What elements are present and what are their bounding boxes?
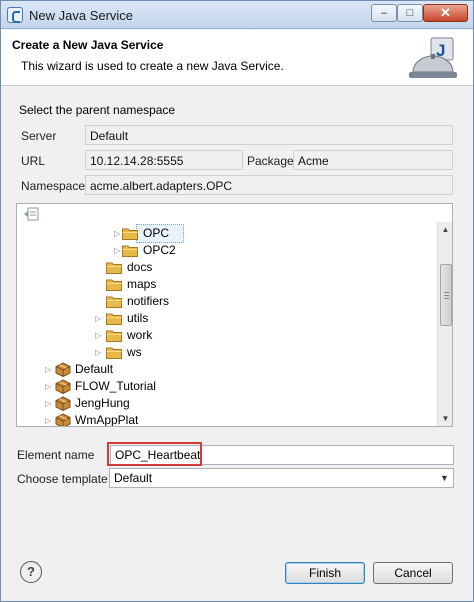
package-field: Acme [293,150,453,170]
collapse-all-icon[interactable] [23,207,39,221]
help-icon[interactable]: ? [20,561,42,583]
package-icon [55,396,71,411]
window-title: New Java Service [29,8,134,23]
tree-scrollbar[interactable]: ▲ ▼ [437,222,452,426]
tree-item[interactable]: ▷ OPC2 [17,242,435,259]
tree-item[interactable]: ▷ OPC [17,225,435,242]
server-label: Server [21,129,57,143]
namespace-tree[interactable]: ▷ OPC ▷ OPC2 docs maps notifiers ▷ utils ▷ work ▷ ws… [16,203,453,427]
title-bar: New Java Service – □ ✕ [1,1,473,29]
finish-button[interactable]: Finish [285,562,365,584]
folder-icon [106,296,122,308]
tree-item-label: ws [127,345,142,359]
namespace-field: acme.albert.adapters.OPC [85,175,453,195]
folder-icon [122,228,138,240]
package-icon [55,413,71,426]
url-field: 10.12.14.28:5555 [85,150,243,170]
tree-item-label: notifiers [127,294,170,308]
tree-item-label: JengHung [75,396,130,410]
tree-item[interactable]: docs [17,259,435,276]
template-value: Default [114,471,153,485]
tree-item[interactable]: ▷ JengHung [17,395,435,412]
expand-arrow-icon[interactable]: ▷ [45,395,55,412]
tree-item-label: work [127,328,153,342]
folder-icon [106,330,122,342]
tree-item[interactable]: notifiers [17,293,435,310]
package-icon [55,362,71,377]
template-label: Choose template [17,472,108,486]
package-icon [55,379,71,394]
tree-item[interactable]: ▷ utils [17,310,435,327]
tree-item-label: utils [127,311,149,325]
maximize-button[interactable]: □ [397,4,423,22]
scroll-thumb[interactable] [440,264,452,326]
folder-icon [106,262,122,274]
expand-arrow-icon[interactable]: ▷ [45,378,55,395]
folder-icon [106,347,122,359]
close-button[interactable]: ✕ [423,4,468,22]
scroll-up-icon[interactable]: ▲ [438,222,452,238]
expand-arrow-icon[interactable]: ▷ [95,310,105,327]
expand-arrow-icon[interactable]: ▷ [45,361,55,378]
wizard-header: Create a New Java Service This wizard is… [1,30,473,86]
namespace-label: Namespace [21,179,86,193]
tree-item-label: OPC [143,226,170,240]
expand-arrow-icon[interactable]: ▷ [95,344,105,361]
minimize-button[interactable]: – [371,4,397,22]
package-label: Package [247,154,294,168]
tree-item[interactable]: ▷ work [17,327,435,344]
tree-item-label: Default [75,362,114,376]
wizard-title: Create a New Java Service [12,38,164,52]
tree-item[interactable]: ▷ ws [17,344,435,361]
element-name-highlight [107,442,202,466]
scroll-down-icon[interactable]: ▼ [438,411,452,426]
app-icon [7,7,23,23]
folder-icon [106,313,122,325]
service-bell-icon: J [409,37,457,78]
tree-item[interactable]: ▷ Default [17,361,435,378]
tree-item-label: OPC2 [143,243,176,257]
cancel-button[interactable]: Cancel [373,562,453,584]
element-name-label: Element name [17,448,95,462]
expand-arrow-icon[interactable]: ▷ [45,412,55,426]
tree-item-label: WmAppPlat [75,413,139,427]
tree-item[interactable]: ▷ WmAppPlat [17,412,435,427]
tree-item[interactable]: ▷ FLOW_Tutorial [17,378,435,395]
section-label: Select the parent namespace [19,103,176,117]
tree-item[interactable]: maps [17,276,435,293]
folder-icon [122,245,138,257]
tree-item-label: docs [127,260,153,274]
expand-arrow-icon[interactable]: ▷ [95,327,105,344]
wizard-description: This wizard is used to create a new Java… [21,59,284,73]
tree-item-label: maps [127,277,157,291]
new-java-service-dialog: New Java Service – □ ✕ Create a New Java… [0,0,474,602]
folder-icon [106,279,122,291]
chevron-down-icon[interactable]: ▼ [436,469,453,487]
server-field: Default [85,125,453,145]
url-label: URL [21,154,46,168]
tree-item-label: FLOW_Tutorial [75,379,156,393]
template-select[interactable]: Default ▼ [109,468,454,488]
